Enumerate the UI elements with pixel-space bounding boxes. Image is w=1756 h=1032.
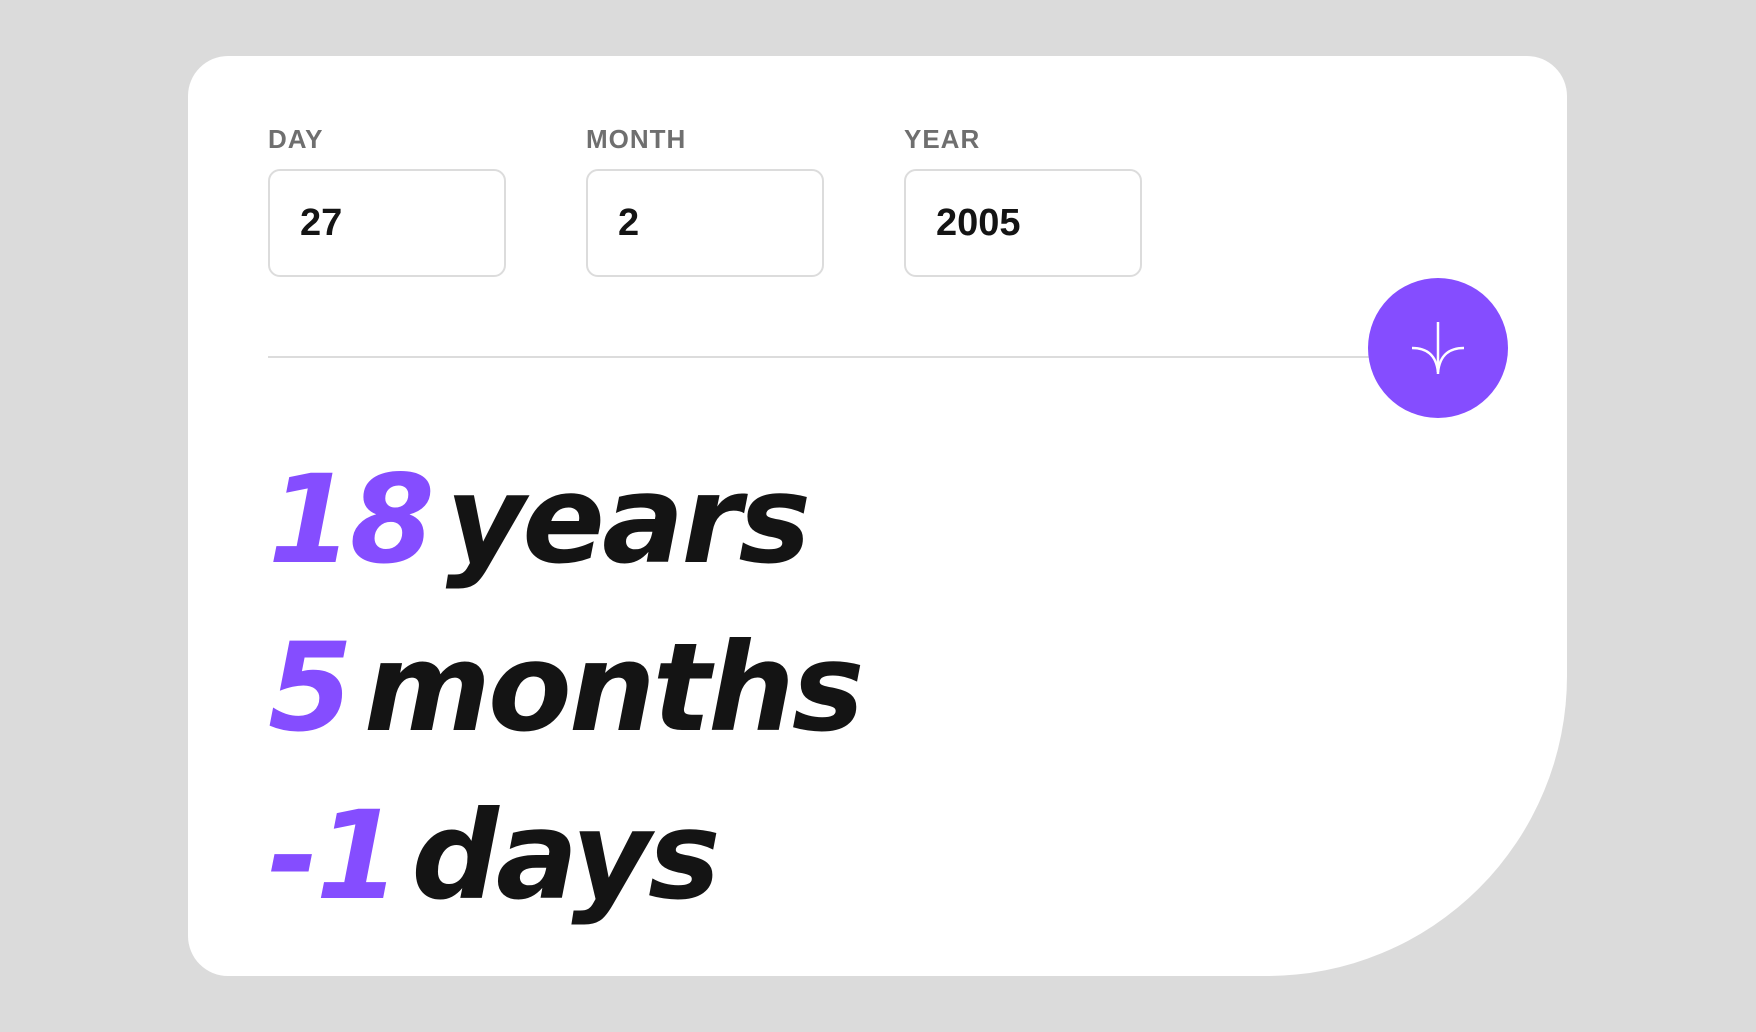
year-label: YEAR (904, 124, 981, 154)
month-field-group: MONTH (586, 123, 824, 277)
years-unit: years (445, 449, 811, 591)
results: 18 years 5 months -1 days (268, 436, 865, 940)
month-label: MONTH (586, 124, 687, 154)
years-result: 18 years (268, 436, 861, 604)
day-field-group: DAY (268, 123, 506, 277)
year-field-group: YEAR (904, 123, 1142, 277)
month-input[interactable] (586, 169, 824, 277)
age-calculator-card: DAY MONTH YEAR 18years 5months -1days (188, 56, 1567, 976)
divider (268, 356, 1388, 358)
arrow-down-icon (1411, 322, 1465, 374)
months-result: 5 months (268, 604, 865, 772)
months-value: 5 (268, 617, 353, 759)
months-unit: months (363, 617, 865, 759)
days-unit: days (411, 785, 721, 927)
days-value: -1 (268, 785, 401, 927)
days-result: -1 days (268, 772, 861, 940)
day-label: DAY (268, 124, 324, 154)
day-input[interactable] (268, 169, 506, 277)
year-input[interactable] (904, 169, 1142, 277)
years-value: 18 (268, 449, 435, 591)
calculate-button[interactable] (1368, 278, 1508, 418)
